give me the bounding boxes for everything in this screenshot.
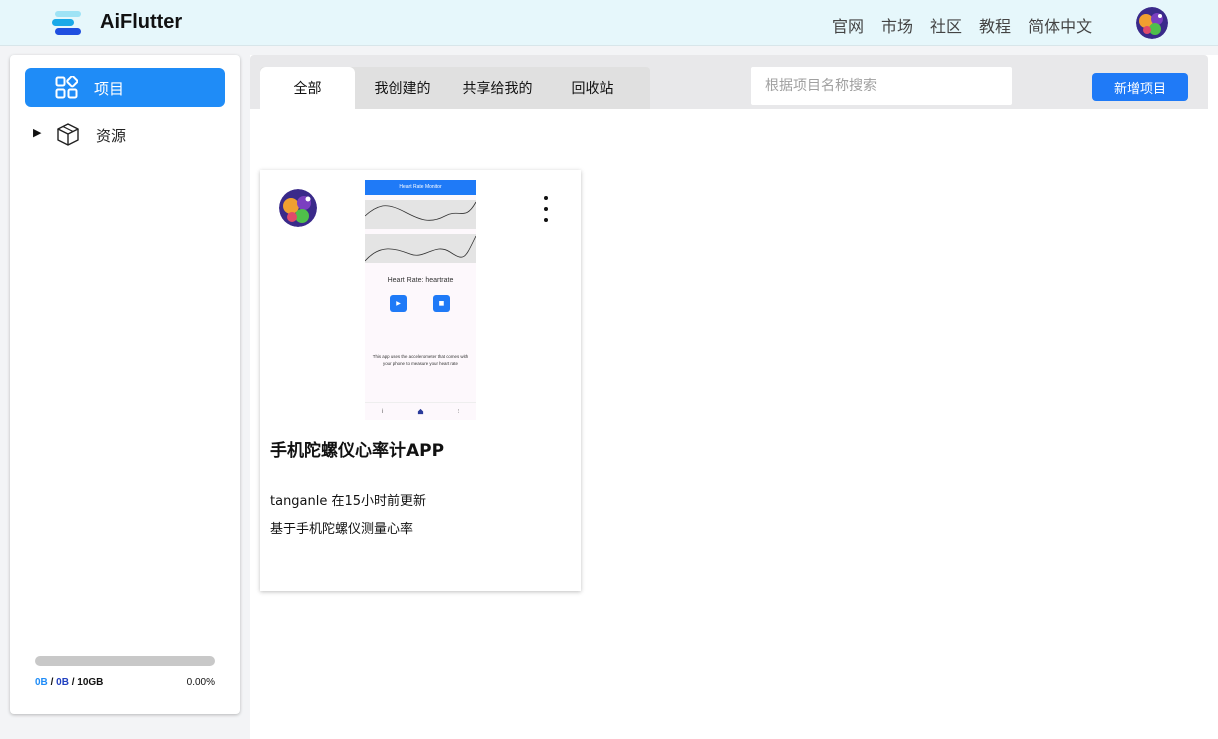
preview-nav-icon: ⁞ — [381, 408, 384, 415]
project-preview-image[interactable]: Heart Rate Monitor Heart Rate: heartrate… — [365, 180, 476, 420]
main-panel: 全部 我创建的 共享给我的 回收站 新增项目 Heart Rate Monito… — [250, 55, 1218, 739]
tab-all[interactable]: 全部 — [260, 67, 355, 109]
project-meta: tanganle 在15小时前更新 — [270, 494, 427, 509]
project-card[interactable]: Heart Rate Monitor Heart Rate: heartrate… — [260, 170, 581, 591]
storage-usage: 0B / 0B / 10GB — [35, 677, 103, 688]
aiflutter-logo-icon[interactable] — [52, 10, 84, 36]
tab-bar: 全部 我创建的 共享给我的 回收站 — [260, 67, 650, 109]
user-avatar[interactable] — [1136, 7, 1168, 39]
more-options-icon[interactable] — [536, 196, 556, 222]
box-icon — [57, 123, 79, 146]
storage-separator: / — [50, 677, 54, 688]
sidebar-item-label: 资源 — [96, 127, 127, 145]
owner-avatar — [279, 189, 317, 227]
nav-tutorial[interactable]: 教程 — [979, 13, 1011, 37]
storage-separator: / — [71, 677, 75, 688]
brand-name[interactable]: AiFlutter — [100, 11, 182, 34]
nav-community[interactable]: 社区 — [930, 13, 962, 37]
search-input[interactable] — [751, 67, 1012, 105]
nav-market[interactable]: 市场 — [881, 13, 913, 37]
preview-chart-icon: ⫶ — [457, 407, 460, 415]
preview-play-icon: ▶ — [390, 295, 407, 312]
project-title[interactable]: 手机陀螺仪心率计APP — [270, 436, 444, 461]
project-description: 基于手机陀螺仪测量心率 — [270, 522, 414, 537]
toolbar: 全部 我创建的 共享给我的 回收站 新增项目 — [250, 55, 1208, 109]
sidebar-item-resources[interactable]: ▶ 资源 — [25, 117, 225, 151]
storage-total: 10GB — [77, 677, 104, 688]
caret-right-icon[interactable]: ▶ — [33, 126, 41, 139]
sidebar-item-label: 项目 — [94, 80, 125, 98]
sidebar: 项目 ▶ 资源 0B / 0B / 10GB 0.00% — [10, 55, 240, 714]
preview-description: This app uses the accelerometer that com… — [372, 354, 469, 366]
preview-heart-rate-label: Heart Rate: heartrate — [387, 277, 454, 284]
new-project-button[interactable]: 新增项目 — [1092, 73, 1188, 101]
tab-shared-with-me[interactable]: 共享给我的 — [450, 67, 545, 109]
preview-wave-chart — [365, 200, 476, 229]
preview-wave-chart — [365, 234, 476, 263]
preview-header: Heart Rate Monitor — [365, 180, 476, 195]
preview-home-icon — [418, 408, 424, 415]
preview-bottom-nav: ⁞ ⫶ — [365, 402, 476, 420]
storage-progress-bar — [35, 656, 215, 666]
storage-used-secondary: 0B — [56, 677, 69, 688]
storage-used: 0B — [35, 677, 48, 688]
grid-icon — [55, 76, 78, 99]
storage-percent: 0.00% — [186, 677, 215, 688]
top-bar: AiFlutter 官网 市场 社区 教程 简体中文 — [0, 0, 1218, 46]
nav-official-site[interactable]: 官网 — [832, 13, 864, 37]
sidebar-item-projects[interactable]: 项目 — [25, 68, 225, 107]
tab-created-by-me[interactable]: 我创建的 — [360, 67, 445, 109]
tab-recycle-bin[interactable]: 回收站 — [550, 67, 635, 109]
language-switch[interactable]: 简体中文 — [1028, 13, 1092, 37]
top-nav: 官网 市场 社区 教程 简体中文 — [832, 13, 1109, 37]
preview-stop-icon: ■ — [433, 295, 450, 312]
